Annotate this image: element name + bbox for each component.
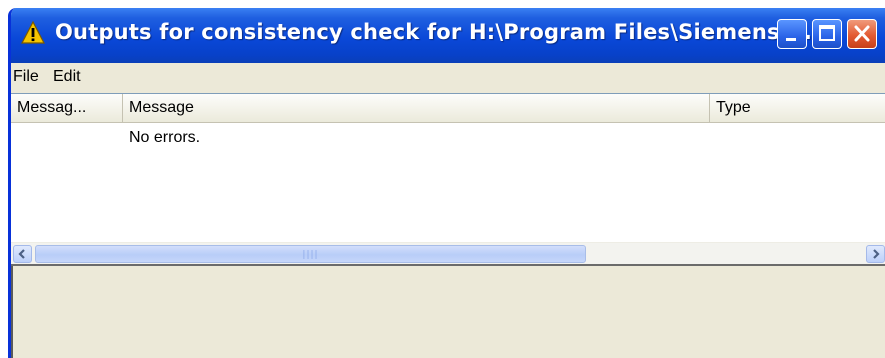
maximize-button[interactable] [812,19,842,49]
minimize-icon [786,38,796,41]
scroll-left-button[interactable] [13,245,32,263]
close-icon [854,25,870,42]
column-header-message-id[interactable]: Messag... [11,94,123,122]
horizontal-scrollbar[interactable]: |||| [11,242,885,265]
scroll-right-button[interactable] [866,245,885,263]
scroll-thumb[interactable]: |||| [35,245,586,263]
chevron-right-icon [873,249,880,259]
close-button[interactable] [847,19,877,49]
row-message: No errors. [129,129,201,146]
column-header-message[interactable]: Message [123,94,710,122]
menu-edit[interactable]: Edit [53,68,81,86]
pane-border [11,266,13,358]
chevron-left-icon [18,249,25,259]
maximize-icon [819,25,835,41]
warning-icon [21,20,45,44]
message-list[interactable]: Messag... Message Type No errors. |||| [11,93,885,265]
minimize-button[interactable] [777,19,807,49]
menu-bar: File Edit [11,63,885,91]
menu-file[interactable]: File [13,68,39,86]
column-header-type[interactable]: Type [710,94,885,122]
scroll-grip-icon: |||| [302,250,319,260]
consistency-check-window: Outputs for consistency check for H:\Pro… [8,8,885,358]
title-bar[interactable]: Outputs for consistency check for H:\Pro… [11,8,885,63]
list-header: Messag... Message Type [11,94,885,123]
details-pane [11,264,885,358]
window-title: Outputs for consistency check for H:\Pro… [55,20,813,44]
